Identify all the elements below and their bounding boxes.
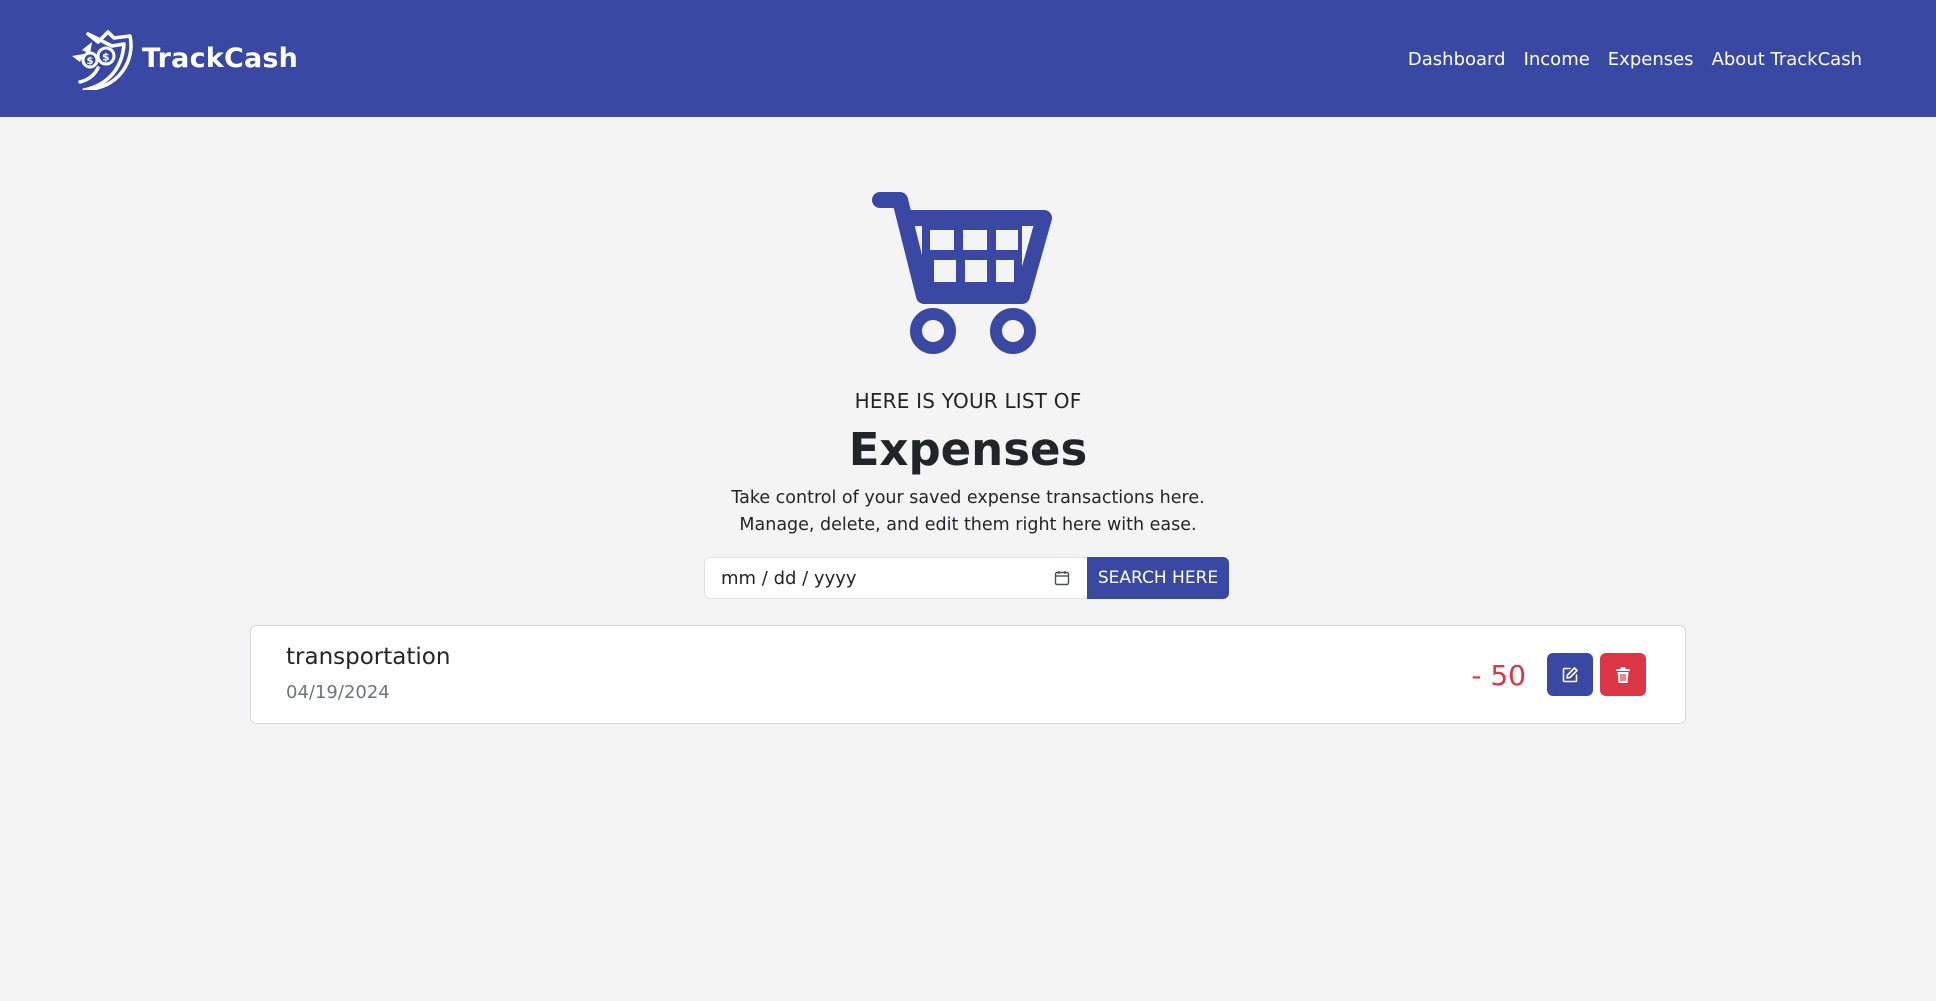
delete-button[interactable] <box>1600 653 1646 696</box>
svg-text:$: $ <box>87 56 94 67</box>
hero-subtitle-line-1: Take control of your saved expense trans… <box>731 488 1205 508</box>
page-title: Expenses <box>848 423 1088 476</box>
trackcash-logo-icon: $ $ <box>72 29 133 90</box>
shopping-cart-icon <box>872 192 1052 354</box>
nav-item-about[interactable]: About TrackCash <box>1712 49 1862 70</box>
brand-link[interactable]: $ $ TrackCash <box>68 28 298 90</box>
top-navbar: $ $ TrackCash Dashboard Income Expenses … <box>0 0 1936 117</box>
transaction-amount: - 50 <box>1471 659 1526 692</box>
nav-item-income[interactable]: Income <box>1524 49 1590 70</box>
main-nav: Dashboard Income Expenses About TrackCas… <box>1408 49 1862 70</box>
brand-name: TrackCash <box>142 43 299 74</box>
date-input-placeholder: mm / dd / yyyy <box>721 567 857 589</box>
edit-button[interactable] <box>1547 653 1593 696</box>
search-button[interactable]: SEARCH HERE <box>1087 557 1229 599</box>
transaction-title: transportation <box>286 644 451 670</box>
trash-icon <box>1616 666 1630 683</box>
date-input[interactable]: mm / dd / yyyy <box>704 557 1087 599</box>
nav-item-expenses[interactable]: Expenses <box>1608 49 1694 70</box>
hero-eyebrow: HERE IS YOUR LIST OF <box>854 389 1082 413</box>
edit-icon <box>1562 666 1578 682</box>
transaction-card: transportation 04/19/2024 - 50 <box>250 625 1686 724</box>
nav-item-dashboard[interactable]: Dashboard <box>1408 49 1506 70</box>
hero-subtitle-line-2: Manage, delete, and edit them right here… <box>739 515 1197 535</box>
date-search-form: mm / dd / yyyy SEARCH HERE <box>704 557 1229 599</box>
transaction-date: 04/19/2024 <box>286 682 390 703</box>
calendar-icon[interactable] <box>1053 569 1071 587</box>
svg-text:$: $ <box>102 50 110 63</box>
